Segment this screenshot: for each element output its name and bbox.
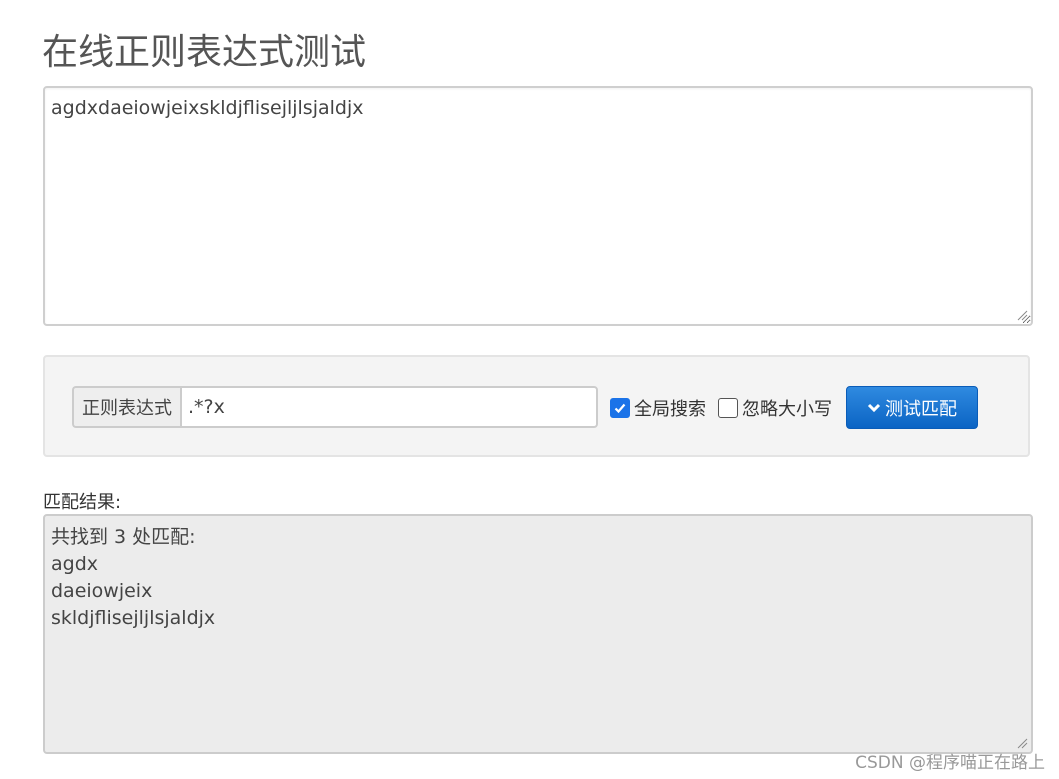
ignore-case-checkbox[interactable]	[718, 398, 738, 418]
resize-grip-icon[interactable]	[1016, 309, 1028, 321]
regex-tester-page: 在线正则表达式测试 agdxdaeiowjeixskldjflisejljlsj…	[0, 0, 1059, 779]
ignore-case-option[interactable]: 忽略大小写	[718, 395, 832, 421]
ignore-case-label: 忽略大小写	[742, 399, 832, 420]
match-item: agdx	[51, 553, 99, 575]
match-item: daeiowjeix	[51, 580, 153, 602]
regex-input-group: 正则表达式	[72, 386, 598, 428]
global-search-label: 全局搜索	[634, 399, 706, 420]
regex-label: 正则表达式	[72, 386, 180, 428]
global-search-checkbox[interactable]	[610, 398, 630, 418]
global-search-option[interactable]: 全局搜索	[610, 395, 706, 421]
result-text-area[interactable]: 共找到 3 处匹配: agdx daeiowjeix skldjflisejlj…	[43, 514, 1033, 754]
checkmark-icon	[614, 403, 626, 414]
regex-input[interactable]	[180, 386, 598, 428]
page-title: 在线正则表达式测试	[42, 32, 367, 73]
result-summary: 共找到 3 处匹配:	[51, 526, 196, 548]
source-text-area[interactable]: agdxdaeiowjeixskldjflisejljlsjaldjx	[43, 86, 1033, 326]
test-match-button[interactable]: 测试匹配	[846, 386, 978, 429]
chevron-down-icon	[867, 403, 881, 413]
source-text: agdxdaeiowjeixskldjflisejljlsjaldjx	[51, 97, 364, 119]
watermark: CSDN @程序喵正在路上	[855, 753, 1045, 773]
match-item: skldjflisejljlsjaldjx	[51, 607, 216, 629]
test-match-button-label: 测试匹配	[885, 398, 957, 420]
control-panel: 正则表达式 全局搜索 忽略大小写 测试匹配	[43, 355, 1030, 457]
result-label: 匹配结果:	[43, 492, 122, 513]
